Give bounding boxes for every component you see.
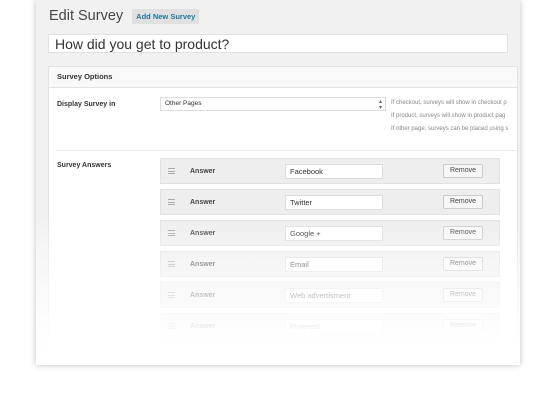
- display-survey-label: Display Survey in: [57, 101, 116, 108]
- answer-row: Answer Email Remove: [160, 251, 500, 277]
- display-survey-value: Other Pages: [165, 100, 202, 107]
- answer-input[interactable]: Email: [285, 257, 383, 272]
- answer-label: Answer: [190, 230, 216, 237]
- remove-answer-button[interactable]: Remove: [443, 319, 483, 333]
- drag-handle-icon[interactable]: [168, 199, 175, 207]
- answer-label: Answer: [190, 323, 216, 330]
- answer-input[interactable]: Google +: [285, 226, 383, 241]
- answer-row: Answer Facebook Remove: [160, 158, 500, 184]
- drag-handle-icon[interactable]: [168, 168, 175, 176]
- hint-other-page: If other page, surveys can be placed usi…: [391, 126, 509, 132]
- drag-handle-icon[interactable]: [168, 261, 175, 269]
- display-survey-select[interactable]: Other Pages ▴ ▾: [160, 97, 386, 111]
- answer-label: Answer: [190, 168, 216, 175]
- answer-input[interactable]: Twitter: [285, 195, 383, 210]
- answer-row: Answer Twitter Remove: [160, 189, 500, 215]
- remove-answer-button[interactable]: Remove: [443, 288, 483, 302]
- answer-label: Answer: [190, 261, 216, 268]
- survey-options-heading: Survey Options: [49, 67, 517, 88]
- drag-handle-icon[interactable]: [168, 292, 175, 300]
- survey-answers-label: Survey Answers: [57, 162, 112, 169]
- answer-label: Answer: [190, 292, 216, 299]
- survey-title-input[interactable]: How did you get to product?: [48, 34, 508, 53]
- divider: [57, 150, 517, 151]
- hint-checkout: If checkout, surveys will show in checko…: [391, 100, 507, 106]
- drag-handle-icon[interactable]: [168, 230, 175, 238]
- answer-label: Answer: [190, 199, 216, 206]
- remove-answer-button[interactable]: Remove: [443, 195, 483, 209]
- remove-answer-button[interactable]: Remove: [443, 164, 483, 178]
- hint-product: If product, surveys will show in product…: [391, 113, 506, 119]
- page-header: Edit Survey Add New Survey: [49, 8, 200, 24]
- answer-row: Answer Google + Remove: [160, 220, 500, 246]
- answer-row: Answer Pinterest Remove: [160, 313, 500, 339]
- select-arrows-icon: ▴ ▾: [378, 99, 382, 111]
- drag-handle-icon[interactable]: [168, 323, 175, 331]
- page-title: Edit Survey: [49, 8, 124, 24]
- edit-survey-panel: Edit Survey Add New Survey How did you g…: [36, 0, 520, 365]
- survey-options-box: Survey Options Display Survey in Other P…: [48, 66, 518, 365]
- add-new-survey-button[interactable]: Add New Survey: [132, 8, 200, 24]
- answer-row: Answer Web advertisment Remove: [160, 282, 500, 308]
- answer-input[interactable]: Facebook: [285, 164, 383, 179]
- remove-answer-button[interactable]: Remove: [443, 257, 483, 271]
- answer-input[interactable]: Web advertisment: [285, 288, 383, 303]
- answer-input[interactable]: Pinterest: [285, 319, 383, 334]
- remove-answer-button[interactable]: Remove: [443, 226, 483, 240]
